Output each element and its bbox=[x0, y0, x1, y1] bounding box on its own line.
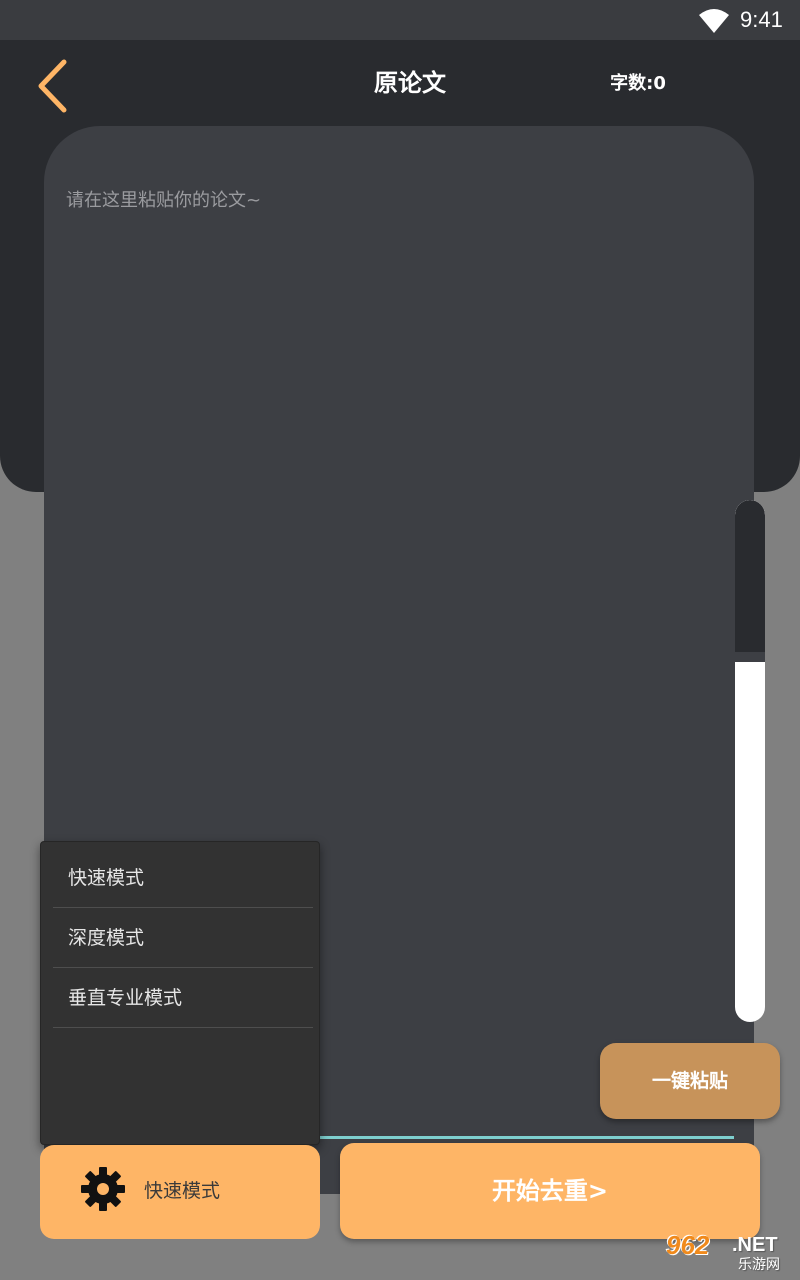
status-bar: 9:41 bbox=[0, 0, 800, 40]
menu-item-label: 深度模式 bbox=[68, 927, 145, 949]
thesis-input[interactable] bbox=[66, 188, 706, 214]
mode-select-button[interactable]: 快速模式 bbox=[40, 1145, 320, 1239]
scrollbar-thumb[interactable] bbox=[735, 500, 765, 652]
wifi-icon bbox=[699, 9, 729, 33]
one-click-paste-button[interactable]: 一键粘贴 bbox=[600, 1043, 780, 1119]
scrollbar[interactable] bbox=[735, 500, 765, 1022]
gear-icon bbox=[81, 1167, 125, 1211]
chevron-left-icon[interactable] bbox=[32, 56, 72, 116]
start-dedup-button[interactable]: 开始去重> bbox=[340, 1143, 760, 1239]
scrollbar-gap bbox=[735, 652, 765, 662]
page-title: 原论文 bbox=[374, 69, 446, 97]
site-watermark: 962 .NET 乐游网 bbox=[660, 1228, 796, 1276]
watermark-caption: 乐游网 bbox=[738, 1257, 780, 1273]
menu-item-professional-mode[interactable]: 垂直专业模式 bbox=[53, 968, 313, 1028]
word-count: 字数:0 bbox=[610, 73, 666, 94]
watermark-suffix: .NET bbox=[732, 1234, 778, 1256]
status-time: 9:41 bbox=[740, 7, 783, 32]
menu-item-label: 垂直专业模式 bbox=[68, 987, 183, 1009]
menu-item-label: 快速模式 bbox=[68, 867, 145, 889]
watermark-number: 962 bbox=[666, 1230, 710, 1260]
menu-item-deep-mode[interactable]: 深度模式 bbox=[53, 908, 313, 968]
input-underline bbox=[320, 1136, 734, 1139]
mode-dropdown-menu: 快速模式 深度模式 垂直专业模式 bbox=[40, 841, 320, 1145]
menu-item-fast-mode[interactable]: 快速模式 bbox=[53, 848, 313, 908]
mode-select-label: 快速模式 bbox=[144, 1180, 221, 1202]
